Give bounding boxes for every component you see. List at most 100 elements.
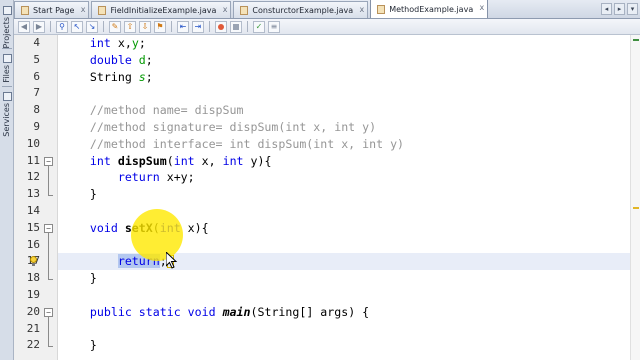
code-line[interactable]: return x+y; [62,169,195,186]
stop-macro-icon[interactable] [230,20,242,33]
hint-bulb-icon[interactable] [29,256,38,267]
editor-tab-bar: Start Page x FieldInitializeExample.java… [14,0,640,19]
code-token: } [89,271,97,286]
line-number: 18 [26,271,40,285]
tab-list-menu-icon[interactable]: ▾ [627,3,638,15]
close-tab-icon[interactable]: x [81,5,86,14]
collapse-fold-icon[interactable]: − [44,223,53,233]
code-line[interactable]: } [62,270,97,287]
code-line[interactable]: //method name= dispSum [62,102,244,119]
side-panel-divider [2,48,12,49]
tab-label: ConsturctorExample.java [252,5,354,15]
code-comment: //method interface= int dispSum(int x, i… [89,136,405,151]
next-bookmark-icon[interactable]: ⇩ [139,20,151,33]
code-fold-column: − − − [42,35,56,360]
start-page-icon [21,5,29,15]
code-comment: //method signature= dispSum(int x, int y… [89,120,377,134]
code-line[interactable]: int dispSum(int x, int y){ [62,153,272,170]
projects-tab[interactable]: Projects [0,4,14,49]
code-token: String [89,69,139,84]
code-area[interactable]: int x,y; double d; String s; //method na… [58,35,630,360]
toggle-bookmark-icon[interactable]: ⚑ [154,20,166,33]
editor-toolbar: ◀ ▶ ⚲ ↖ ↘ ✎ ⇧ ⇩ ⚑ ⇤ ⇥ ✓ ≡ [14,19,640,35]
java-file-icon [377,4,386,14]
line-number: 10 [26,136,40,150]
find-previous-icon[interactable]: ↖ [71,20,83,33]
line-number: 20 [26,304,40,318]
code-line[interactable]: double d; [62,52,153,69]
collapse-fold-icon[interactable]: − [44,307,53,317]
code-token: ; [145,52,153,67]
line-number: 13 [26,187,40,201]
close-tab-icon[interactable]: x [359,5,364,14]
close-tab-icon[interactable]: x [223,5,228,14]
fold-guide-line [48,232,49,279]
code-keyword: void [187,304,216,319]
collapse-fold-icon[interactable]: − [44,156,53,166]
code-token: ; [138,36,146,50]
code-editor[interactable]: −−− 45678910111213141516171819202122 int… [14,35,640,360]
forward-icon[interactable]: ▶ [33,20,45,33]
code-token: dispSum [117,153,167,168]
find-next-icon[interactable]: ↘ [86,20,98,33]
code-keyword: int [222,153,244,168]
toggle-highlight-icon[interactable]: ✎ [109,20,121,33]
code-token: ; [145,69,153,84]
find-icon[interactable]: ⚲ [56,20,68,33]
toolbar-separator [209,21,210,32]
mouse-pointer-icon [166,252,178,269]
tab-consturctor-example[interactable]: ConsturctorExample.java x [233,1,369,18]
code-line[interactable]: int x,y; [62,35,146,52]
code-line[interactable]: String s; [62,69,153,86]
code-keyword: int [89,36,111,50]
tab-method-example[interactable]: MethodExample.java x [370,0,489,18]
close-tab-icon[interactable]: x [479,3,484,12]
ok-status-mark [633,39,639,41]
files-icon [2,54,12,63]
code-keyword: return [117,170,160,185]
line-number: 15 [26,220,40,234]
start-macro-icon[interactable] [215,20,227,33]
back-icon[interactable]: ◀ [18,20,30,33]
code-token: } [89,338,97,353]
toolbar-separator [247,21,248,32]
java-file-icon [240,5,249,15]
code-line[interactable]: public static void main(String[] args) { [62,304,369,321]
tab-navigation: ◂ ▸ ▾ [601,3,638,15]
uncomment-icon[interactable]: ≡ [268,20,280,33]
code-line[interactable]: } [62,337,97,354]
previous-bookmark-icon[interactable]: ⇧ [124,20,136,33]
tab-field-initialize-example[interactable]: FieldInitializeExample.java x [91,1,232,18]
line-number: 21 [26,321,40,335]
error-stripe[interactable] [630,35,640,360]
line-number: 14 [26,204,40,217]
code-line[interactable]: //method interface= int dispSum(int x, i… [62,136,404,153]
code-token: x){ [180,220,209,235]
services-tab[interactable]: Services [0,90,14,137]
files-tab[interactable]: Files [0,52,14,83]
comment-icon[interactable]: ✓ [253,20,265,33]
warning-mark[interactable] [633,207,639,209]
code-line[interactable]: //method signature= dispSum(int x, int y… [62,119,376,136]
tab-label: MethodExample.java [389,4,474,14]
tab-start-page[interactable]: Start Page x [14,1,90,18]
code-token: x, [194,153,223,168]
tab-label: Start Page [33,5,75,15]
line-number: 11 [26,153,40,167]
code-line[interactable]: } [62,186,97,203]
scroll-tabs-right-icon[interactable]: ▸ [614,3,625,15]
scroll-tabs-left-icon[interactable]: ◂ [601,3,612,15]
shift-left-icon[interactable]: ⇤ [177,20,189,33]
shift-right-icon[interactable]: ⇥ [192,20,204,33]
